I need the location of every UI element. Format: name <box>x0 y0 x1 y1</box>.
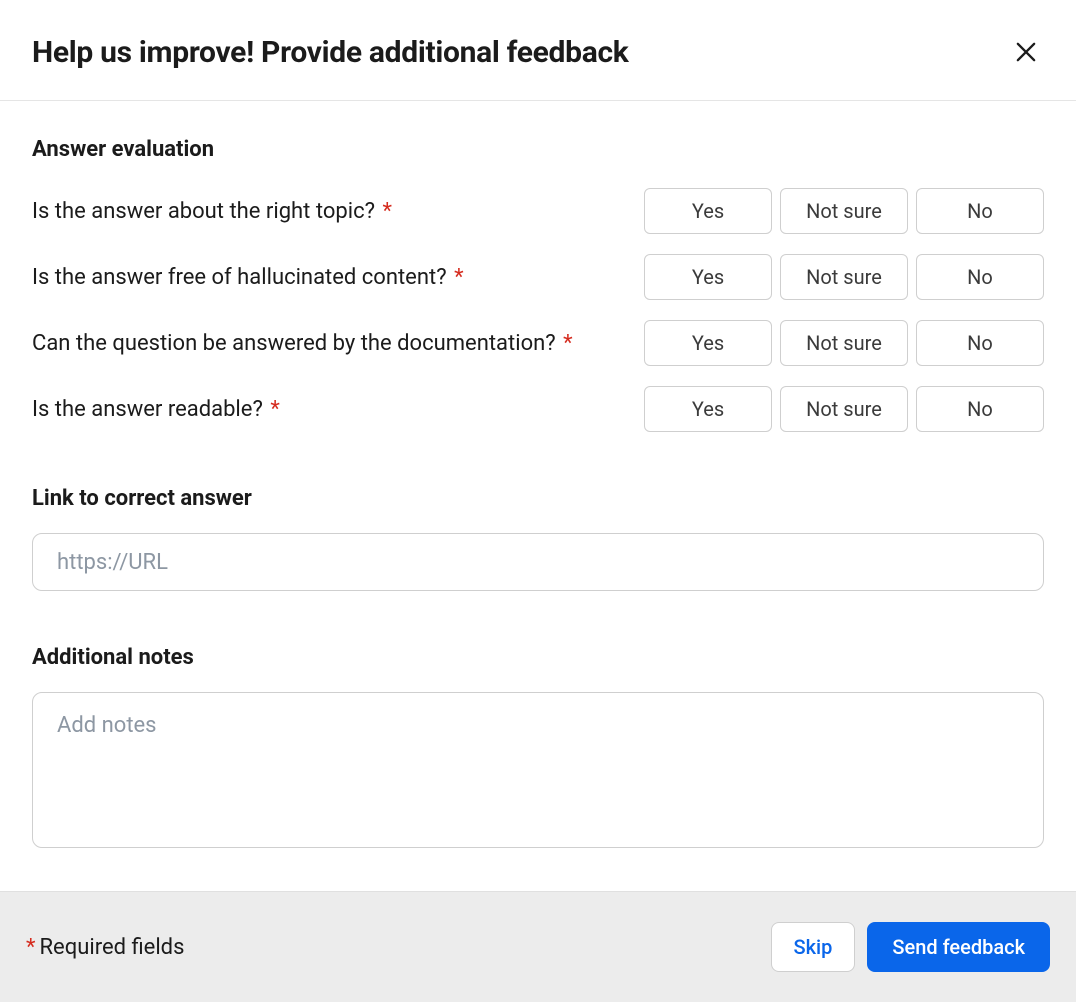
question-row: Is the answer free of hallucinated conte… <box>32 254 1044 300</box>
skip-button[interactable]: Skip <box>771 922 856 972</box>
question-label: Is the answer readable? * <box>32 397 280 422</box>
option-notsure[interactable]: Not sure <box>780 254 908 300</box>
required-star: * <box>270 397 279 422</box>
dialog-header: Help us improve! Provide additional feed… <box>0 0 1076 101</box>
evaluation-heading: Answer evaluation <box>32 137 1044 162</box>
option-notsure[interactable]: Not sure <box>780 386 908 432</box>
close-button[interactable] <box>1008 34 1044 70</box>
option-no[interactable]: No <box>916 254 1044 300</box>
question-row: Is the answer readable? * Yes Not sure N… <box>32 386 1044 432</box>
question-label: Can the question be answered by the docu… <box>32 331 573 356</box>
question-text: Is the answer readable? <box>32 397 263 422</box>
options-group: Yes Not sure No <box>644 188 1044 234</box>
option-notsure[interactable]: Not sure <box>780 320 908 366</box>
question-row: Is the answer about the right topic? * Y… <box>32 188 1044 234</box>
options-group: Yes Not sure No <box>644 386 1044 432</box>
dialog-footer: *Required fields Skip Send feedback <box>0 891 1076 1002</box>
link-input[interactable] <box>32 533 1044 591</box>
option-yes[interactable]: Yes <box>644 320 772 366</box>
required-star: * <box>563 331 572 356</box>
required-star: * <box>454 265 463 290</box>
option-no[interactable]: No <box>916 320 1044 366</box>
required-label: Required fields <box>39 935 184 960</box>
option-notsure[interactable]: Not sure <box>780 188 908 234</box>
close-icon <box>1012 38 1040 66</box>
question-text: Is the answer free of hallucinated conte… <box>32 265 447 290</box>
options-group: Yes Not sure No <box>644 320 1044 366</box>
notes-section: Additional notes <box>32 645 1044 852</box>
option-yes[interactable]: Yes <box>644 254 772 300</box>
option-yes[interactable]: Yes <box>644 386 772 432</box>
question-row: Can the question be answered by the docu… <box>32 320 1044 366</box>
required-note: *Required fields <box>26 935 184 960</box>
question-text: Can the question be answered by the docu… <box>32 331 556 356</box>
option-no[interactable]: No <box>916 386 1044 432</box>
link-heading: Link to correct answer <box>32 486 1044 511</box>
link-section: Link to correct answer <box>32 486 1044 591</box>
option-yes[interactable]: Yes <box>644 188 772 234</box>
question-label: Is the answer free of hallucinated conte… <box>32 265 464 290</box>
dialog-content: Answer evaluation Is the answer about th… <box>0 101 1076 891</box>
question-text: Is the answer about the right topic? <box>32 199 375 224</box>
send-feedback-button[interactable]: Send feedback <box>867 922 1050 972</box>
options-group: Yes Not sure No <box>644 254 1044 300</box>
required-star: * <box>382 199 391 224</box>
notes-textarea[interactable] <box>32 692 1044 848</box>
required-star: * <box>26 935 35 960</box>
footer-buttons: Skip Send feedback <box>771 922 1051 972</box>
notes-heading: Additional notes <box>32 645 1044 670</box>
option-no[interactable]: No <box>916 188 1044 234</box>
question-label: Is the answer about the right topic? * <box>32 199 392 224</box>
dialog-title: Help us improve! Provide additional feed… <box>32 35 629 70</box>
